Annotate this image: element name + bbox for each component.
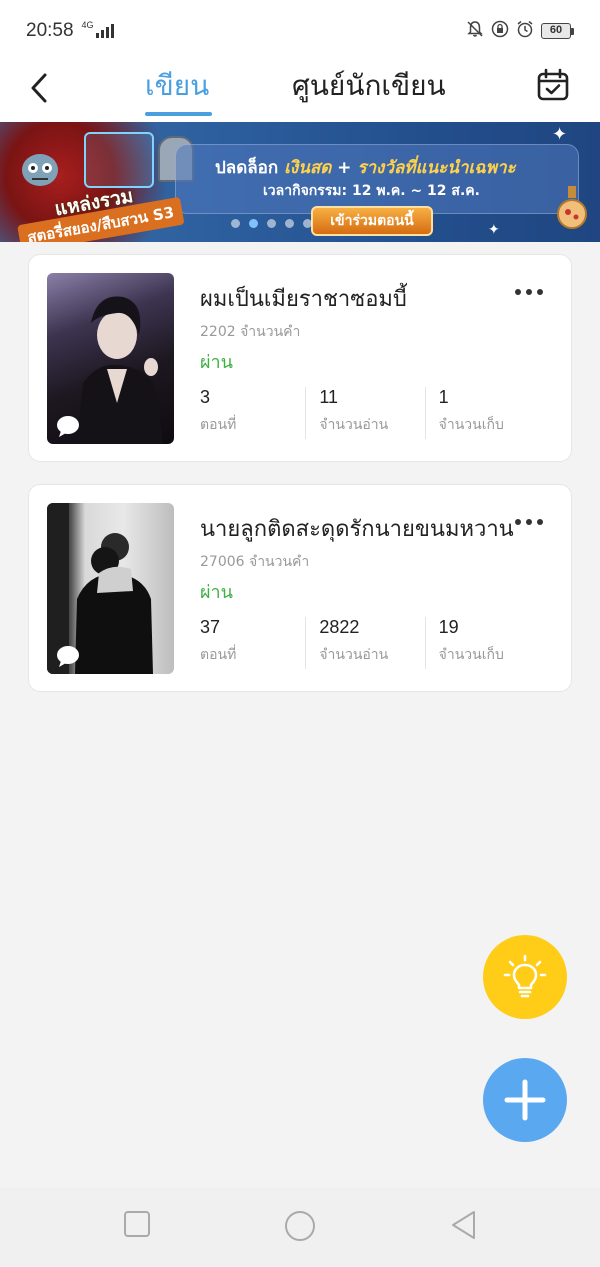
book-title[interactable]: นายลูกติดสะดุดรักนายขนมหวาน	[200, 511, 514, 546]
banner-headline: ปลดล็อก เงินสด + รางวัลที่แนะนำเฉพาะ	[215, 158, 516, 178]
lock-icon	[491, 20, 509, 42]
add-work-button[interactable]	[483, 1058, 567, 1142]
promo-banner[interactable]: ✦ ✦ ปลดล็อก เงินสด + รางวัลที่แนะนำเฉพาะ…	[0, 122, 600, 242]
ideas-button[interactable]	[483, 935, 567, 1019]
status-badge: ผ่าน	[200, 352, 233, 373]
top-nav-bar: เขียน ศูนย์นักเขียน	[0, 62, 600, 122]
signal-icon: 4G	[82, 20, 114, 38]
book-title[interactable]: ผมเป็นเมียราชาซอมบี้	[200, 281, 407, 316]
sparkle-icon: ✦	[488, 222, 500, 238]
lightbulb-icon	[503, 954, 547, 998]
plus-icon	[504, 1079, 546, 1121]
word-count: 27006 จำนวนคำ	[200, 554, 310, 570]
stat-episodes: 3 ตอนที่	[200, 387, 237, 433]
stat-episodes: 37 ตอนที่	[200, 617, 237, 663]
work-card[interactable]: นายลูกติดสะดุดรักนายขนมหวาน 27006 จำนวนค…	[28, 484, 572, 692]
tab-write[interactable]: เขียน	[145, 64, 209, 116]
battery-level: 60	[541, 23, 571, 39]
back-arrow-icon	[31, 73, 47, 103]
tab-active-indicator	[145, 112, 212, 116]
status-time: 20:58	[26, 20, 74, 41]
more-options-button[interactable]	[515, 289, 543, 295]
work-stats: 37 ตอนที่ 2822 จำนวนอ่าน 19 จำนวนเก็บ	[200, 617, 544, 669]
system-navigation-bar	[0, 1188, 600, 1267]
potion-icon	[557, 186, 587, 229]
stat-saves: 19 จำนวนเก็บ	[424, 617, 544, 669]
work-card[interactable]: ผมเป็นเมียราชาซอมบี้ 2202 จำนวนคำ ผ่าน 3…	[28, 254, 572, 462]
network-type: 4G	[81, 20, 94, 30]
comment-icon	[57, 646, 79, 667]
bell-off-icon	[466, 20, 484, 42]
alarm-icon	[516, 20, 534, 42]
book-cover[interactable]	[47, 273, 174, 444]
join-now-button[interactable]: เข้าร่วมตอนนี้	[311, 206, 433, 236]
stat-reads: 2822 จำนวนอ่าน	[305, 617, 424, 669]
sparkle-icon: ✦	[552, 124, 568, 145]
word-count: 2202 จำนวนคำ	[200, 324, 301, 340]
calendar-button[interactable]	[536, 68, 570, 104]
more-options-button[interactable]	[515, 519, 543, 525]
status-badge: ผ่าน	[200, 582, 233, 603]
back-button[interactable]	[22, 68, 56, 108]
stat-saves: 1 จำนวนเก็บ	[424, 387, 544, 439]
comment-icon	[57, 416, 79, 437]
banner-period: เวลากิจกรรม: 12 พ.ค. ~ 12 ส.ค.	[263, 183, 480, 199]
work-stats: 3 ตอนที่ 11 จำนวนอ่าน 1 จำนวนเก็บ	[200, 387, 544, 439]
calendar-check-icon	[537, 68, 569, 101]
home-circle-icon[interactable]	[284, 1210, 316, 1242]
recents-square-icon[interactable]	[123, 1210, 151, 1238]
status-bar: 20:58 4G 60	[0, 0, 600, 62]
back-triangle-icon[interactable]	[450, 1210, 478, 1240]
book-cover[interactable]	[47, 503, 174, 674]
tab-writer-center[interactable]: ศูนย์นักเขียน	[292, 64, 446, 116]
banner-pagination	[231, 219, 312, 228]
battery-icon: 60	[541, 23, 574, 39]
stat-reads: 11 จำนวนอ่าน	[305, 387, 424, 439]
